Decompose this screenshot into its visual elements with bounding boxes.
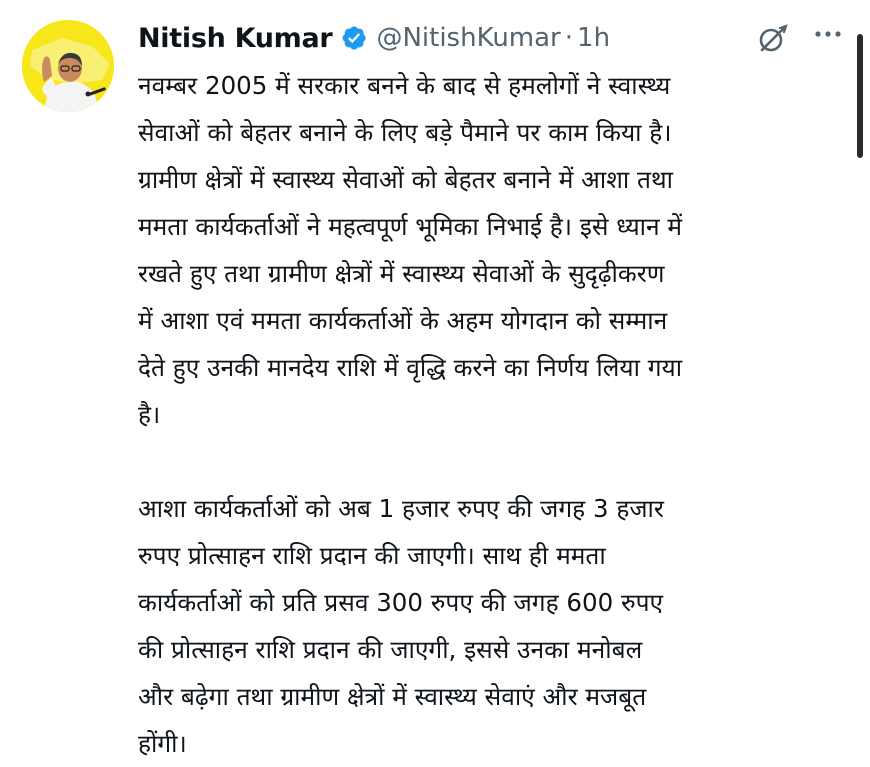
tweet-line: में आशा एवं ममता कार्यकर्ताओं के अहम योग…	[138, 306, 668, 335]
more-options-icon[interactable]	[810, 22, 846, 46]
verified-badge-icon[interactable]	[340, 24, 368, 52]
tweet[interactable]: Nitish Kumar @NitishKumar · 1h नवम्बर 20…	[0, 0, 870, 760]
tweet-line: रखते हुए तथा ग्रामीण क्षेत्रों में स्वास…	[138, 259, 665, 288]
tweet-text: नवम्बर 2005 में सरकार बनने के बाद से हमल…	[138, 62, 858, 767]
avatar[interactable]	[22, 20, 114, 112]
author-name[interactable]: Nitish Kumar	[138, 23, 333, 54]
tweet-line: नवम्बर 2005 में सरकार बनने के बाद से हमल…	[138, 71, 671, 100]
tweet-line: ममता कार्यकर्ताओं ने महत्वपूर्ण भूमिका न…	[138, 212, 683, 241]
tweet-line: आशा कार्यकर्ताओं को अब 1 हजार रुपए की जग…	[138, 494, 664, 523]
tweet-header: Nitish Kumar @NitishKumar · 1h	[138, 18, 610, 58]
tweet-line: देते हुए उनकी मानदेय राशि में वृद्धि करन…	[138, 353, 683, 382]
tweet-line: सेवाओं को बेहतर बनाने के लिए बड़े पैमाने…	[138, 118, 672, 147]
tweet-line: और बढ़ेगा तथा ग्रामीण क्षेत्रों में स्वा…	[138, 682, 647, 711]
author-handle[interactable]: @NitishKumar	[376, 23, 560, 53]
grok-icon[interactable]	[756, 22, 790, 56]
tweet-line: है।	[138, 400, 161, 429]
tweet-line: रुपए प्रोत्साहन राशि प्रदान की जाएगी। सा…	[138, 541, 606, 570]
tweet-timestamp[interactable]: 1h	[577, 23, 610, 53]
tweet-line: की प्रोत्साहन राशि प्रदान की जाएगी, इससे…	[138, 635, 643, 664]
tweet-line: कार्यकर्ताओं को प्रति प्रसव 300 रुपए की …	[138, 588, 664, 617]
separator-dot: ·	[564, 23, 574, 53]
tweet-line: ग्रामीण क्षेत्रों में स्वास्थ्य सेवाओं क…	[138, 165, 673, 194]
avatar-image	[22, 20, 114, 112]
